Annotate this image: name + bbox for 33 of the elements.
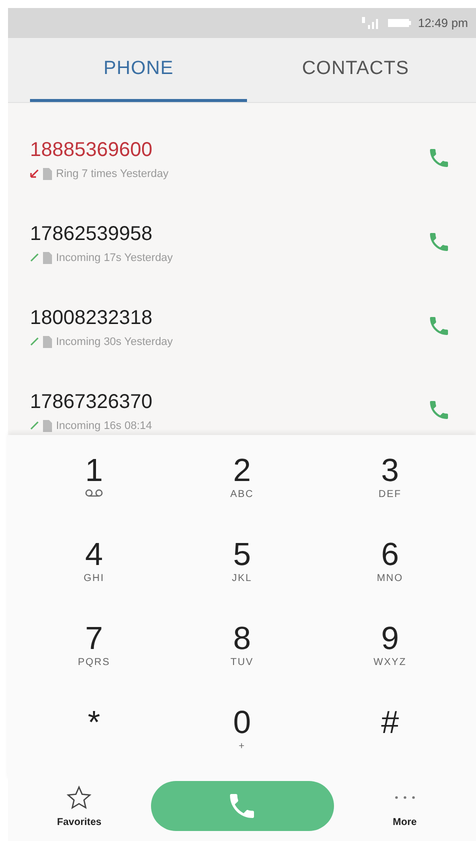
call-detail: Incoming 17s Yesterday (56, 252, 173, 264)
dial-key[interactable]: 3 DEF (316, 445, 464, 529)
phone-number: 17867326370 (30, 390, 152, 414)
dial-key[interactable]: 7 PQRS (20, 613, 168, 697)
call-detail: Incoming 30s Yesterday (56, 336, 173, 348)
status-time: 12:49 pm (418, 16, 468, 30)
dial-key[interactable]: 0 + (168, 697, 316, 781)
voicemail-icon (85, 489, 103, 497)
star-icon (66, 784, 92, 810)
dial-key[interactable]: 4 GHI (20, 529, 168, 613)
sim-card-icon (43, 252, 52, 264)
phone-number: 17862539958 (30, 222, 152, 246)
phone-number: 18885369600 (30, 138, 152, 162)
dial-key[interactable]: # (316, 697, 464, 781)
dial-key[interactable]: * (20, 697, 168, 781)
dial-key[interactable]: 1 (20, 445, 168, 529)
dial-key[interactable]: 2 ABC (168, 445, 316, 529)
sim-card-icon (43, 420, 52, 432)
dial-key[interactable]: 5 JKL (168, 529, 316, 613)
call-detail: Ring 7 times Yesterday (56, 168, 169, 180)
phone-number: 18008232318 (30, 306, 152, 330)
favorites-button[interactable]: Favorites (57, 784, 102, 828)
dial-button[interactable] (150, 781, 334, 831)
dial-key[interactable]: 8 TUV (168, 613, 316, 697)
dial-key[interactable]: 9 WXYZ (316, 613, 464, 697)
call-detail: Incoming 16s 08:14 (56, 420, 152, 432)
sim-card-icon (43, 168, 52, 180)
more-button[interactable]: More (392, 784, 417, 828)
dial-key[interactable]: 6 MNO (316, 529, 464, 613)
tab[interactable]: CONTACTS (247, 38, 464, 102)
battery-icon (388, 18, 412, 28)
sim-card-icon (43, 336, 52, 348)
more-icon (394, 796, 415, 798)
